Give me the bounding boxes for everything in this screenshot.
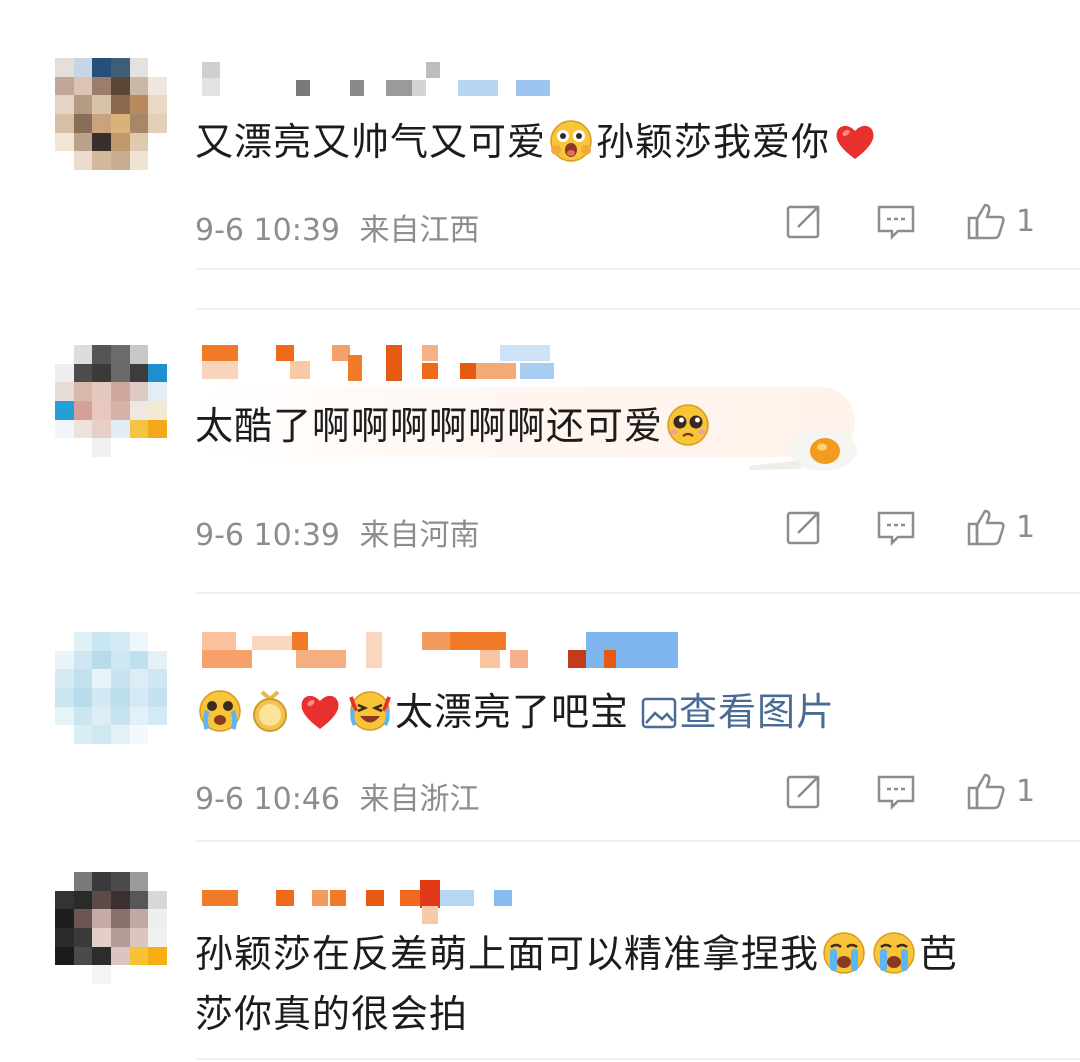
gold-medal-emoji — [248, 689, 292, 733]
share-icon — [786, 775, 820, 809]
share-icon — [786, 511, 820, 545]
comment-text: 太酷了啊啊啊啊啊啊还可爱 — [195, 398, 713, 454]
avatar[interactable] — [55, 58, 167, 170]
like-count: 1 — [1016, 773, 1036, 809]
like-count: 1 — [1016, 203, 1036, 239]
comment-text: 孙颖莎在反差萌上面可以精准拿捏我 芭 — [195, 926, 958, 982]
timestamp: 9-6 10:46 — [195, 782, 340, 817]
location: 来自河南 — [359, 518, 480, 553]
image-icon — [641, 689, 677, 745]
surprised-face-emoji — [549, 119, 593, 163]
reply-icon — [877, 511, 915, 547]
share-button[interactable] — [784, 198, 824, 244]
avatar[interactable] — [55, 632, 167, 744]
avatar[interactable] — [55, 872, 167, 984]
comment-text-segment: 太漂亮了吧宝 — [395, 690, 630, 734]
loudly-crying-face-emoji — [872, 931, 916, 975]
comment-text-segment: 莎你真的很会拍 — [195, 992, 469, 1036]
comment-meta: 9-6 10:46 来自浙江 — [195, 774, 480, 818]
like-button[interactable]: 1 — [966, 198, 1035, 244]
like-count: 1 — [1016, 509, 1036, 545]
reply-button[interactable] — [876, 504, 916, 550]
fried-egg-decoration — [745, 424, 860, 474]
comment-text-segment: 又漂亮又帅气又可爱 — [195, 120, 547, 164]
pleading-face-emoji — [666, 403, 710, 447]
comment-meta: 9-6 10:39 来自江西 — [195, 205, 480, 249]
like-icon — [967, 203, 1005, 240]
comment-text: 又漂亮又帅气又可爱 孙颖莎我爱你 — [195, 114, 880, 170]
share-icon — [786, 205, 820, 239]
comment-text-segment: 孙颖莎我爱你 — [596, 120, 831, 164]
location: 来自浙江 — [359, 782, 480, 817]
red-heart-emoji — [298, 689, 342, 733]
view-image-link[interactable]: 查看图片 — [641, 690, 835, 734]
comment-actions: 1 — [780, 504, 1050, 550]
reply-button[interactable] — [876, 768, 916, 814]
reply-button[interactable] — [876, 198, 916, 244]
comment-actions: 1 — [780, 198, 1050, 244]
timestamp: 9-6 10:39 — [195, 213, 340, 248]
comment-meta: 9-6 10:39 来自河南 — [195, 510, 480, 554]
divider — [195, 592, 1080, 594]
crying-face-emoji — [198, 689, 242, 733]
divider — [195, 308, 1080, 310]
view-image-link-label: 查看图片 — [679, 690, 836, 734]
divider — [195, 1058, 1080, 1060]
share-button[interactable] — [784, 768, 824, 814]
location: 来自江西 — [359, 213, 480, 248]
like-button[interactable]: 1 — [966, 504, 1035, 550]
comment-actions: 1 — [780, 768, 1050, 814]
divider — [195, 268, 1080, 270]
like-icon — [967, 773, 1005, 810]
comment-text-segment: 孙颖莎在反差萌上面可以精准拿捏我 — [195, 932, 820, 976]
loudly-crying-face-emoji — [822, 931, 866, 975]
share-button[interactable] — [784, 504, 824, 550]
divider — [195, 840, 1080, 842]
like-button[interactable]: 1 — [966, 768, 1035, 814]
laugh-crying-face-emoji — [348, 689, 392, 733]
red-heart-emoji — [833, 119, 877, 163]
avatar[interactable] — [55, 345, 167, 457]
reply-icon — [877, 205, 915, 241]
comment-text: 太漂亮了吧宝 查看图片 — [195, 684, 835, 745]
comment-text-line-2: 莎你真的很会拍 — [195, 986, 468, 1042]
like-icon — [967, 509, 1005, 546]
comment-text-segment: 芭 — [919, 932, 959, 976]
comment-text-segment: 太酷了啊啊啊啊啊啊还可爱 — [195, 404, 664, 448]
timestamp: 9-6 10:39 — [195, 518, 340, 553]
reply-icon — [877, 775, 915, 811]
